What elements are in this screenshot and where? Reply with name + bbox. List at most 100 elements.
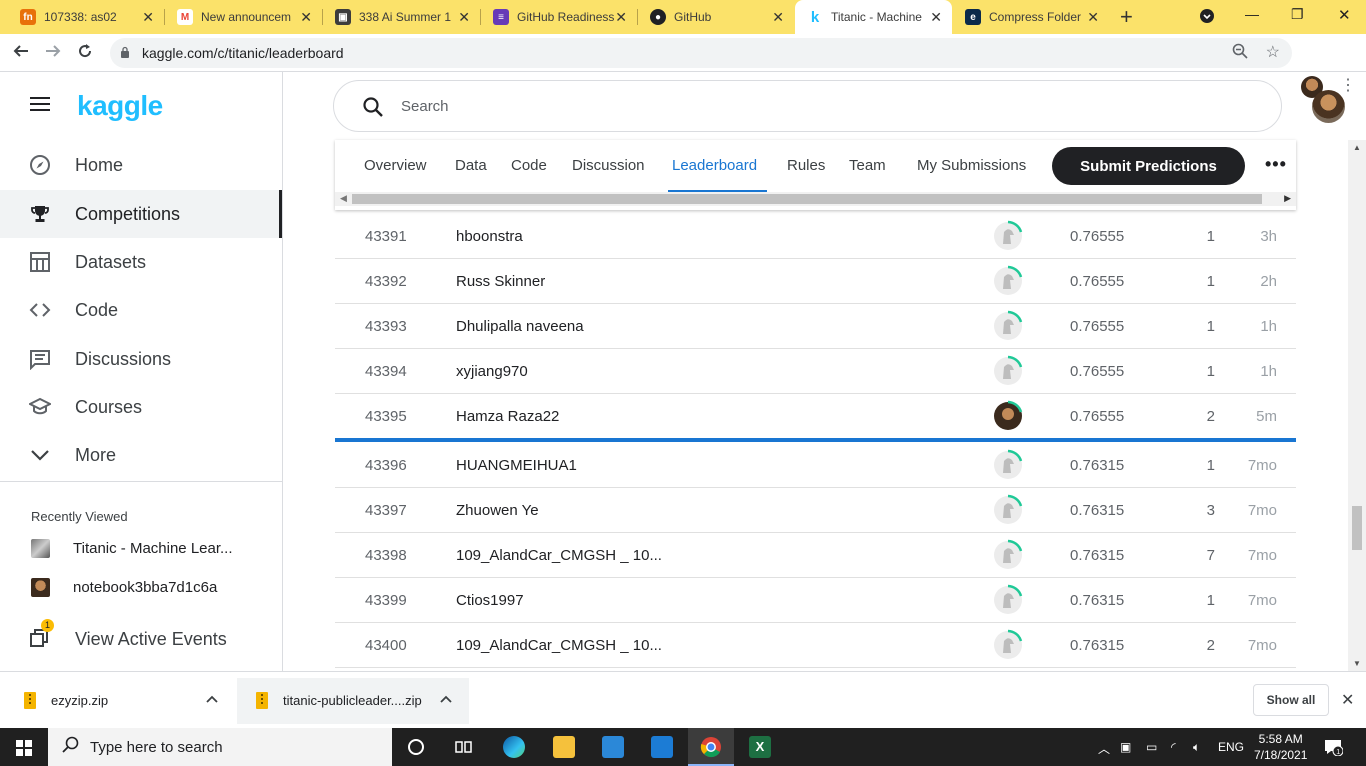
- tab-search-icon[interactable]: [1199, 8, 1215, 27]
- scroll-down-icon[interactable]: ▼: [1353, 659, 1361, 668]
- chevron-up-icon[interactable]: [206, 693, 218, 708]
- download-item[interactable]: titanic-publicleader....zip: [256, 672, 462, 729]
- close-tab-icon[interactable]: ✕: [772, 9, 784, 26]
- minimize-icon[interactable]: —: [1245, 6, 1259, 22]
- view-active-events[interactable]: 1 View Active Events: [29, 619, 227, 650]
- scroll-left-icon[interactable]: ◀: [340, 193, 347, 204]
- browser-tab[interactable]: ▣ 338 Ai Summer 1 ✕: [323, 0, 480, 34]
- zoom-icon[interactable]: [1232, 43, 1248, 63]
- table-row[interactable]: 43394 xyjiang970 0.76555 1 1h: [335, 349, 1296, 394]
- tab-data[interactable]: Data: [455, 157, 487, 174]
- browser-tab-active[interactable]: k Titanic - Machine ✕: [795, 0, 952, 34]
- maximize-icon[interactable]: ❐: [1291, 6, 1304, 23]
- default-avatar-icon[interactable]: [992, 584, 1024, 616]
- sidebar-item-courses[interactable]: Courses: [0, 383, 282, 431]
- show-all-button[interactable]: Show all: [1253, 684, 1329, 716]
- chevron-up-icon[interactable]: [440, 693, 452, 708]
- close-tab-icon[interactable]: ✕: [142, 9, 154, 26]
- table-row[interactable]: 43391 hboonstra 0.76555 1 3h: [335, 214, 1296, 259]
- vertical-scrollbar[interactable]: ▲ ▼: [1348, 140, 1366, 671]
- table-row[interactable]: 43400 109_AlandCar_CMGSH _ 10... 0.76315…: [335, 623, 1296, 668]
- notification-center-icon[interactable]: 1: [1323, 738, 1344, 757]
- tab-rules[interactable]: Rules: [787, 157, 825, 174]
- team-name[interactable]: HUANGMEIHUA1: [456, 457, 577, 474]
- table-row[interactable]: 43393 Dhulipalla naveena 0.76555 1 1h: [335, 304, 1296, 349]
- team-name[interactable]: 109_AlandCar_CMGSH _ 10...: [456, 637, 662, 654]
- table-row[interactable]: 43392 Russ Skinner 0.76555 1 2h: [335, 259, 1296, 304]
- tray-chevron-icon[interactable]: ︿: [1098, 740, 1110, 757]
- scroll-right-icon[interactable]: ▶: [1284, 193, 1291, 204]
- close-window-icon[interactable]: ✕: [1338, 6, 1351, 24]
- tab-code[interactable]: Code: [511, 157, 547, 174]
- scrollbar-thumb[interactable]: [1352, 506, 1362, 550]
- team-name[interactable]: hboonstra: [456, 228, 523, 245]
- url-field[interactable]: kaggle.com/c/titanic/leaderboard ☆: [110, 38, 1292, 68]
- wifi-icon[interactable]: ◜: [1171, 740, 1176, 754]
- close-tab-icon[interactable]: ✕: [300, 9, 312, 26]
- team-name[interactable]: Ctios1997: [456, 592, 524, 609]
- sidebar-item-code[interactable]: Code: [0, 286, 282, 334]
- back-icon[interactable]: [12, 42, 30, 65]
- close-tab-icon[interactable]: ✕: [930, 9, 942, 26]
- tab-discussion[interactable]: Discussion: [572, 157, 645, 174]
- excel-icon[interactable]: X: [749, 736, 771, 758]
- table-row-current-user[interactable]: 43395 Hamza Raza22 0.76555 2 5m: [335, 394, 1296, 439]
- file-explorer-icon[interactable]: [553, 736, 575, 758]
- more-options-icon[interactable]: •••: [1265, 154, 1287, 175]
- default-avatar-icon[interactable]: [992, 220, 1024, 252]
- team-name[interactable]: xyjiang970: [456, 363, 528, 380]
- sidebar-item-home[interactable]: Home: [0, 141, 282, 189]
- store-icon[interactable]: [602, 736, 624, 758]
- user-avatar[interactable]: [1312, 90, 1345, 123]
- table-row[interactable]: 43399 Ctios1997 0.76315 1 7mo: [335, 578, 1296, 623]
- team-name[interactable]: Russ Skinner: [456, 273, 545, 290]
- recently-viewed-item[interactable]: notebook3bba7d1c6a: [31, 578, 217, 597]
- default-avatar-icon[interactable]: [992, 494, 1024, 526]
- battery-icon[interactable]: ▭: [1146, 740, 1157, 754]
- default-avatar-icon[interactable]: [992, 310, 1024, 342]
- taskbar-search[interactable]: Type here to search: [48, 728, 392, 766]
- default-avatar-icon[interactable]: [992, 629, 1024, 661]
- default-avatar-icon[interactable]: [992, 355, 1024, 387]
- close-tab-icon[interactable]: ✕: [615, 9, 627, 26]
- browser-tab[interactable]: M New announcem ✕: [165, 0, 322, 34]
- default-avatar-icon[interactable]: [992, 449, 1024, 481]
- browser-tab[interactable]: ● GitHub ✕: [638, 0, 794, 34]
- browser-menu-icon[interactable]: ⋮: [1340, 75, 1356, 95]
- clock[interactable]: 5:58 AM 7/18/2021: [1254, 731, 1307, 763]
- close-tab-icon[interactable]: ✕: [1087, 9, 1099, 26]
- sidebar-item-more[interactable]: More: [0, 431, 282, 479]
- bookmark-star-icon[interactable]: ☆: [1266, 42, 1280, 62]
- browser-tab[interactable]: ≡ GitHub Readiness ✕: [481, 0, 637, 34]
- tab-leaderboard[interactable]: Leaderboard: [672, 157, 757, 174]
- edge-icon[interactable]: [503, 736, 525, 758]
- battery-saver-icon[interactable]: ▣: [1120, 740, 1131, 754]
- tab-team[interactable]: Team: [849, 157, 886, 174]
- kaggle-logo[interactable]: kaggle: [77, 90, 163, 122]
- sidebar-item-competitions[interactable]: Competitions: [0, 190, 282, 238]
- close-tab-icon[interactable]: ✕: [458, 9, 470, 26]
- sidebar-item-datasets[interactable]: Datasets: [0, 238, 282, 286]
- recently-viewed-item[interactable]: Titanic - Machine Lear...: [31, 539, 233, 558]
- mail-icon[interactable]: [651, 736, 673, 758]
- tab-overview[interactable]: Overview: [364, 157, 427, 174]
- user-avatar-icon[interactable]: [992, 400, 1024, 432]
- hamburger-menu-icon[interactable]: [30, 97, 50, 115]
- submit-predictions-button[interactable]: Submit Predictions: [1052, 147, 1245, 185]
- team-name[interactable]: 109_AlandCar_CMGSH _ 10...: [456, 547, 662, 564]
- close-downloads-icon[interactable]: ✕: [1341, 690, 1354, 710]
- browser-tab[interactable]: e Compress Folder ✕: [953, 0, 1109, 34]
- browser-tab[interactable]: fn 107338: as02 ✕: [8, 0, 164, 34]
- table-row[interactable]: 43397 Zhuowen Ye 0.76315 3 7mo: [335, 488, 1296, 533]
- task-view-icon[interactable]: [453, 736, 475, 758]
- tab-my-submissions[interactable]: My Submissions: [917, 157, 1026, 174]
- table-row[interactable]: 43398 109_AlandCar_CMGSH _ 10... 0.76315…: [335, 533, 1296, 578]
- default-avatar-icon[interactable]: [992, 539, 1024, 571]
- team-name[interactable]: Hamza Raza22: [456, 408, 559, 425]
- sidebar-item-discussions[interactable]: Discussions: [0, 335, 282, 383]
- download-item[interactable]: ezyzip.zip: [24, 672, 230, 729]
- scroll-up-icon[interactable]: ▲: [1353, 143, 1361, 152]
- new-tab-button[interactable]: +: [1120, 4, 1133, 30]
- cortana-icon[interactable]: [405, 736, 427, 758]
- scrollbar-thumb[interactable]: [352, 194, 1262, 204]
